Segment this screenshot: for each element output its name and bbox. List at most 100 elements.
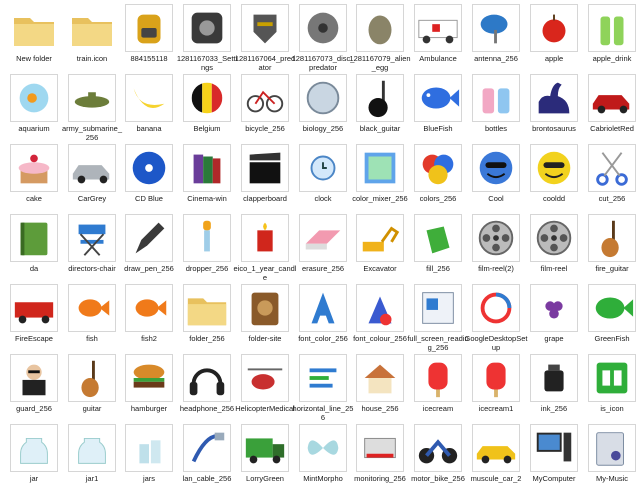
directors-chair-icon — [68, 214, 116, 262]
file-item[interactable]: Cinema-win — [179, 142, 235, 212]
file-item[interactable]: monitoring_256 — [352, 422, 408, 492]
file-item[interactable]: black_guitar — [352, 72, 408, 142]
file-item[interactable]: guitar — [64, 352, 120, 422]
belgium-flag-icon — [183, 74, 231, 122]
hamburger-icon — [125, 354, 173, 402]
file-item[interactable]: cake — [6, 142, 62, 212]
file-item[interactable]: cooldd — [526, 142, 582, 212]
icecream-icon — [472, 354, 520, 402]
file-item[interactable]: bottles — [468, 72, 524, 142]
file-item[interactable]: CD Blue — [121, 142, 177, 212]
file-label: clapperboard — [243, 194, 287, 203]
file-item[interactable]: FireEscape — [6, 282, 62, 352]
bottles-icon — [472, 74, 520, 122]
file-item[interactable]: folder_256 — [179, 282, 235, 352]
file-label: horizontal_line_256 — [292, 404, 354, 422]
file-item[interactable]: jars — [121, 422, 177, 492]
house-icon — [356, 354, 404, 402]
file-item[interactable]: MyComputer — [526, 422, 582, 492]
file-item[interactable]: eico_1_year_candle — [234, 212, 296, 282]
file-item[interactable]: brontosaurus — [526, 72, 582, 142]
file-item[interactable]: film-reel(2) — [468, 212, 524, 282]
notebook-icon — [10, 214, 58, 262]
pen-icon — [125, 214, 173, 262]
file-item[interactable]: train.icon — [64, 2, 120, 72]
file-item[interactable]: Ambulance — [410, 2, 466, 72]
file-item[interactable]: dropper_256 — [179, 212, 235, 282]
file-item[interactable]: New folder — [6, 2, 62, 72]
file-item[interactable]: motor_bike_256 — [410, 422, 466, 492]
file-item[interactable]: jar — [6, 422, 62, 492]
file-item[interactable]: MintMorpho — [295, 422, 351, 492]
file-item[interactable]: GoogleDesktopSetup — [465, 282, 527, 352]
file-item[interactable]: house_256 — [352, 352, 408, 422]
file-item[interactable]: banana — [121, 72, 177, 142]
file-item[interactable]: ink_256 — [526, 352, 582, 422]
file-item[interactable]: horizontal_line_256 — [293, 352, 353, 422]
file-item[interactable]: HelicopterMedical — [235, 352, 295, 422]
file-item[interactable]: LorryGreen — [237, 422, 293, 492]
file-item[interactable]: 1281167064_predator — [235, 2, 295, 72]
file-item[interactable]: film-reel — [526, 212, 582, 282]
file-item[interactable]: directors-chair — [64, 212, 120, 282]
file-item[interactable]: muscule_car_2 — [468, 422, 524, 492]
file-item[interactable]: colors_256 — [410, 142, 466, 212]
file-item[interactable]: Cool — [468, 142, 524, 212]
file-item[interactable]: guard_256 — [6, 352, 62, 422]
file-item[interactable]: headphone_256 — [179, 352, 235, 422]
goldfish-icon — [68, 284, 116, 332]
file-item[interactable]: hamburger — [121, 352, 177, 422]
ambulance-icon — [414, 4, 462, 52]
file-item[interactable]: BlueFish — [410, 72, 466, 142]
file-item[interactable]: icecream — [410, 352, 466, 422]
file-item[interactable]: CabrioletRed — [584, 72, 640, 142]
file-item[interactable]: is_icon — [584, 352, 640, 422]
file-item[interactable]: Belgium — [179, 72, 235, 142]
file-item[interactable]: Excavator — [352, 212, 408, 282]
file-label: folder_256 — [189, 334, 225, 343]
font-color-icon — [299, 284, 347, 332]
file-item[interactable]: biology_256 — [295, 72, 351, 142]
muscle-car-icon — [472, 424, 520, 472]
file-item[interactable]: font_color_256 — [295, 282, 351, 352]
clapperboard-icon — [241, 144, 289, 192]
file-item[interactable]: erasure_256 — [295, 212, 351, 282]
file-item[interactable]: 884155118 — [121, 2, 177, 72]
file-item[interactable]: CarGrey — [64, 142, 120, 212]
file-item[interactable]: army_submarine_256 — [62, 72, 122, 142]
file-item[interactable]: lan_cable_256 — [179, 422, 235, 492]
file-item[interactable]: fire_guitar — [584, 212, 640, 282]
file-item[interactable]: full_screen_reading_256 — [407, 282, 469, 352]
file-item[interactable]: folder-site — [237, 282, 293, 352]
file-item[interactable]: GreenFish — [584, 282, 640, 352]
file-item[interactable]: da — [6, 212, 62, 282]
file-label: film-reel(2) — [478, 264, 514, 273]
file-item[interactable]: clock — [295, 142, 351, 212]
file-item[interactable]: jar1 — [64, 422, 120, 492]
file-item[interactable]: clapperboard — [237, 142, 293, 212]
file-label: GreenFish — [594, 334, 630, 343]
file-item[interactable]: bicycle_256 — [237, 72, 293, 142]
file-item[interactable]: draw_pen_256 — [121, 212, 177, 282]
file-item[interactable]: font_colour_256 — [352, 282, 408, 352]
file-item[interactable]: 1281167079_alien_egg — [349, 2, 411, 72]
file-item[interactable]: apple — [526, 2, 582, 72]
file-item[interactable]: cut_256 — [584, 142, 640, 212]
file-item[interactable]: antenna_256 — [468, 2, 524, 72]
file-item[interactable]: aquarium — [6, 72, 62, 142]
file-item[interactable]: icecream1 — [468, 352, 524, 422]
file-label: grape — [544, 334, 564, 343]
file-item[interactable]: fish2 — [121, 282, 177, 352]
file-item[interactable]: fill_256 — [410, 212, 466, 282]
file-item[interactable]: apple_drink — [584, 2, 640, 72]
file-item[interactable]: My-Music — [584, 422, 640, 492]
file-label: font_color_256 — [298, 334, 348, 343]
file-item[interactable]: fish — [64, 282, 120, 352]
file-label: My-Music — [595, 474, 629, 483]
file-label: fish — [86, 334, 98, 343]
file-item[interactable]: 1281167033_Settings — [177, 2, 237, 72]
file-label: draw_pen_256 — [124, 264, 174, 273]
file-item[interactable]: color_mixer_256 — [352, 142, 408, 212]
file-item[interactable]: 1281167073_disc_predator — [292, 2, 354, 72]
file-item[interactable]: grape — [526, 282, 582, 352]
